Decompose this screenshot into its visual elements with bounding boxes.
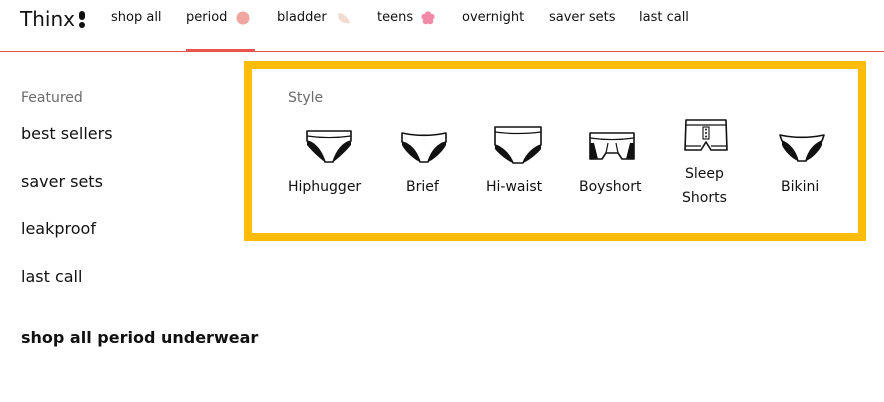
nav-item-last-call[interactable]: last call	[639, 9, 689, 27]
sidebar-item-last-call[interactable]: last call	[21, 267, 82, 286]
hiphugger-icon	[306, 130, 352, 163]
shop-all-period-link[interactable]: shop all period underwear	[21, 328, 258, 347]
sidebar-item-leakproof[interactable]: leakproof	[21, 219, 96, 238]
sidebar-item-best-sellers[interactable]: best sellers	[21, 124, 113, 143]
style-label: Bikini	[781, 179, 820, 195]
sidebar-item-saver-sets[interactable]: saver sets	[21, 172, 103, 191]
bikini-icon	[779, 134, 825, 162]
featured-heading: Featured	[21, 90, 83, 106]
logo-text: Thinx	[20, 7, 75, 31]
style-heading: Style	[288, 90, 324, 106]
style-label: Hi-waist	[486, 179, 543, 195]
thinx-logo[interactable]: Thinx	[20, 5, 86, 33]
boyshort-icon	[589, 132, 635, 160]
hi-waist-icon	[494, 126, 542, 164]
nav-item-saver-sets[interactable]: saver sets	[549, 9, 616, 27]
logo-mark-icon	[78, 7, 86, 31]
style-label: Hiphugger	[288, 179, 362, 195]
style-label: Boyshort	[579, 179, 642, 195]
active-tab-underline	[186, 49, 255, 52]
nav-item-period[interactable]: period	[186, 9, 227, 27]
sleep-shorts-icon	[684, 119, 728, 151]
style-label: Sleep Shorts	[682, 166, 727, 206]
nav-item-teens[interactable]: teens	[377, 9, 413, 27]
nav-item-shop-all[interactable]: shop all	[111, 9, 162, 27]
nav-item-overnight[interactable]: overnight	[462, 9, 524, 27]
nav-item-bladder[interactable]: bladder	[277, 9, 327, 27]
bladder-drop-icon	[338, 13, 350, 24]
period-dot-icon	[236, 11, 250, 25]
top-navigation: Thinx shop all period bladder teens over…	[0, 0, 884, 52]
teens-flower-icon	[421, 11, 435, 25]
style-label: Brief	[406, 179, 439, 195]
brief-icon	[401, 132, 447, 163]
